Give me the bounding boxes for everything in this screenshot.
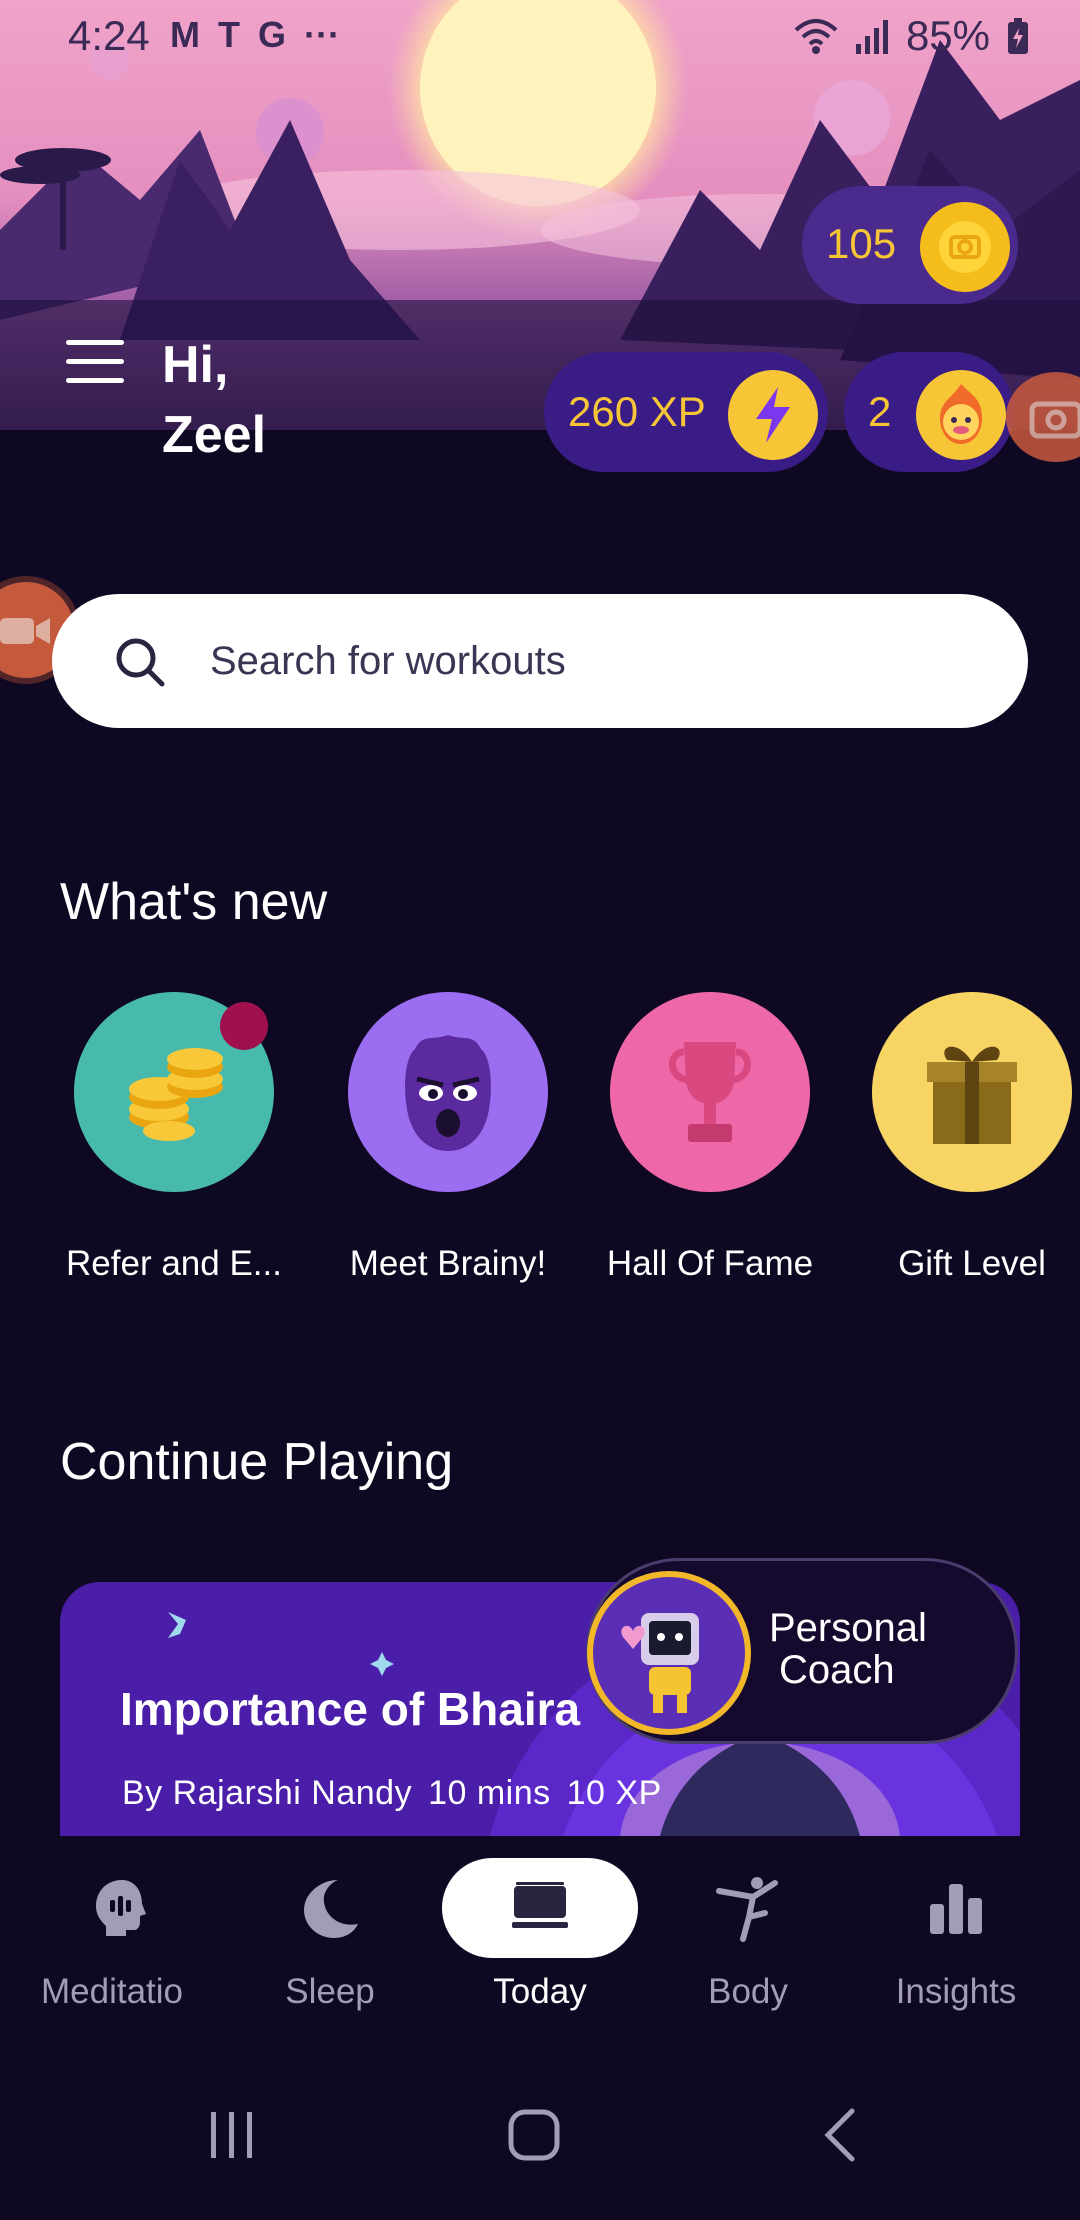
new-indicator-dot bbox=[220, 1002, 268, 1050]
card-meta: By Rajarshi Nandy 10 mins 10 XP bbox=[122, 1774, 662, 1813]
moon-icon bbox=[304, 1880, 358, 1938]
refer-circle bbox=[74, 992, 274, 1192]
refer-label: Refer and E... bbox=[66, 1244, 282, 1283]
brainy-label: Meet Brainy! bbox=[349, 1244, 547, 1283]
coach-label: Personal Coach bbox=[769, 1606, 927, 1692]
nav-sleep[interactable]: Sleep bbox=[230, 1858, 430, 2012]
status-notification-icons: M T G ··· bbox=[170, 14, 340, 56]
brainy-icon bbox=[405, 1035, 491, 1151]
greeting-name: Zeel bbox=[162, 406, 267, 464]
system-navigation-bar bbox=[0, 2060, 1080, 2220]
continue-playing-heading: Continue Playing bbox=[60, 1433, 454, 1491]
nav-body-label: Body bbox=[708, 1972, 788, 2011]
status-time: 4:24 bbox=[68, 12, 150, 59]
nav-today[interactable]: Today bbox=[440, 1858, 640, 2012]
fire-face-icon bbox=[916, 370, 1006, 460]
card-title: Importance of Bhaira bbox=[120, 1683, 581, 1735]
menu-button[interactable] bbox=[66, 340, 124, 384]
teams-icon: T bbox=[218, 14, 240, 55]
back-button[interactable] bbox=[800, 2100, 880, 2170]
lightning-icon bbox=[728, 370, 818, 460]
wifi-icon bbox=[794, 19, 838, 54]
whats-new-refer[interactable]: Refer and E... bbox=[54, 992, 294, 1284]
card-xp: 10 XP bbox=[566, 1774, 662, 1812]
battery-percent: 85% bbox=[905, 12, 990, 59]
nav-body[interactable]: Body bbox=[648, 1858, 848, 2012]
card-author: By Rajarshi Nandy bbox=[122, 1774, 413, 1812]
app-screen: 4:24 M T G ··· 85% Hi, Zeel 105 260 XP 2… bbox=[0, 0, 1080, 2220]
google-icon: G bbox=[258, 14, 287, 55]
whats-new-brainy[interactable]: Meet Brainy! bbox=[328, 992, 568, 1284]
gmail-icon: M bbox=[170, 14, 200, 55]
card-duration: 10 mins bbox=[428, 1774, 551, 1812]
search-bar[interactable] bbox=[52, 594, 1028, 728]
cards-icon bbox=[512, 1882, 568, 1928]
search-input[interactable] bbox=[210, 630, 990, 692]
recent-apps-icon bbox=[211, 2112, 252, 2158]
hall-of-fame-circle bbox=[610, 992, 810, 1192]
recent-apps-button[interactable] bbox=[192, 2100, 272, 2170]
video-camera-icon bbox=[0, 618, 50, 644]
home-button[interactable] bbox=[494, 2100, 574, 2170]
search-icon bbox=[116, 638, 165, 687]
nav-meditation[interactable]: Meditatio bbox=[22, 1858, 222, 2012]
xp-value: 260 XP bbox=[568, 388, 706, 435]
coins-counter[interactable]: 105 bbox=[802, 186, 1018, 304]
xp-counter[interactable]: 260 XP bbox=[544, 352, 828, 472]
status-system-icons: 85% bbox=[794, 12, 1030, 60]
whats-new-gift-level[interactable]: Gift Level bbox=[852, 992, 1080, 1284]
whats-new-heading: What's new bbox=[60, 873, 328, 931]
camera-icon bbox=[1029, 401, 1080, 439]
more-notifications-icon: ··· bbox=[304, 14, 340, 55]
signal-icon bbox=[855, 20, 888, 54]
streak-count: 2 bbox=[868, 388, 892, 435]
greeting: Hi, Zeel bbox=[162, 330, 266, 470]
yoga-icon bbox=[716, 1877, 778, 1942]
whats-new-hall-of-fame[interactable]: Hall Of Fame bbox=[590, 992, 830, 1284]
status-bar: 4:24 M T G ··· 85% bbox=[0, 0, 1080, 80]
streak-counter[interactable]: 2 bbox=[844, 352, 1014, 472]
hall-of-fame-label: Hall Of Fame bbox=[606, 1244, 814, 1283]
brainy-circle bbox=[348, 992, 548, 1192]
battery-charging-icon bbox=[1008, 18, 1028, 54]
coins-count: 105 bbox=[826, 220, 897, 267]
greeting-hi: Hi, bbox=[162, 336, 229, 394]
nav-meditation-label: Meditatio bbox=[40, 1972, 184, 2011]
trophy-icon bbox=[669, 1042, 751, 1142]
back-icon bbox=[824, 2108, 855, 2162]
home-icon bbox=[508, 2109, 560, 2161]
nav-today-label: Today bbox=[493, 1972, 587, 2011]
gift-level-label: Gift Level bbox=[898, 1244, 1046, 1283]
bottom-navigation: Meditatio Sleep Today Body Insights bbox=[0, 1836, 1080, 2060]
nav-insights-label: Insights bbox=[895, 1972, 1017, 2011]
hamburger-icon bbox=[66, 340, 124, 345]
personal-coach-button[interactable]: Personal Coach bbox=[586, 1558, 1018, 1744]
gift-icon bbox=[927, 1046, 1017, 1144]
coach-robot-avatar bbox=[587, 1571, 751, 1735]
head-icon bbox=[96, 1880, 146, 1936]
nav-sleep-label: Sleep bbox=[285, 1972, 375, 2011]
coin-icon bbox=[920, 202, 1010, 292]
gift-level-circle bbox=[872, 992, 1072, 1192]
nav-insights[interactable]: Insights bbox=[856, 1858, 1056, 2012]
robot-icon bbox=[621, 1613, 699, 1713]
bar-chart-icon bbox=[930, 1884, 982, 1934]
coins-icon bbox=[129, 1048, 223, 1141]
